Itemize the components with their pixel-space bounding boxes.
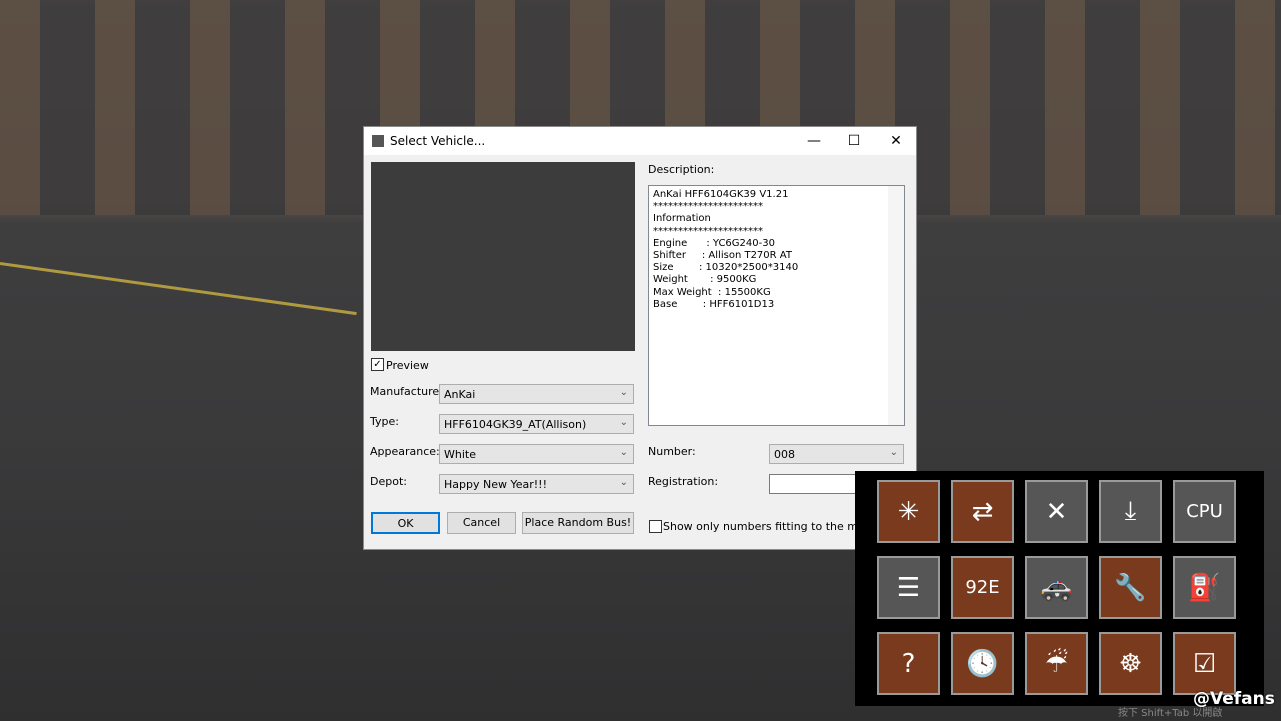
police-car-icon[interactable]: 🚓 — [1025, 556, 1088, 619]
type-select[interactable]: HFF6104GK39_AT(Allison) ⌄ — [439, 414, 634, 434]
clock-icon[interactable]: 🕓 — [951, 632, 1014, 695]
type-label: Type: — [370, 415, 399, 428]
manufacturer-select[interactable]: AnKai ⌄ — [439, 384, 634, 404]
app-icon — [372, 135, 384, 147]
chevron-down-icon: ⌄ — [619, 477, 628, 488]
close-button[interactable]: ✕ — [874, 127, 918, 155]
registration-label: Registration: — [648, 475, 719, 488]
bus-cpu-icon[interactable]: CPU — [1173, 480, 1236, 543]
type-value: HFF6104GK39_AT(Allison) — [444, 418, 587, 431]
bus-unhitch-icon[interactable]: ⤓ — [1099, 480, 1162, 543]
watermark: @Vefans — [1193, 689, 1275, 709]
preview-checkbox[interactable]: ✓ — [371, 358, 384, 371]
refuel-icon[interactable]: ⛽ — [1173, 556, 1236, 619]
chevron-down-icon: ⌄ — [889, 447, 898, 458]
chevron-down-icon: ⌄ — [619, 417, 628, 428]
cancel-button[interactable]: Cancel — [447, 512, 516, 534]
select-vehicle-dialog: Select Vehicle... — ☐ ✕ ✓ Preview Manufa… — [363, 126, 917, 550]
manufacturer-label: Manufacturer: — [370, 385, 448, 398]
place-random-bus-button[interactable]: Place Random Bus! — [522, 512, 634, 534]
scrollbar[interactable] — [888, 186, 904, 425]
appearance-label: Appearance: — [370, 445, 440, 458]
depot-label: Depot: — [370, 475, 407, 488]
number-value: 008 — [774, 448, 795, 461]
depot-select[interactable]: Happy New Year!!! ⌄ — [439, 474, 634, 494]
manufacturer-value: AnKai — [444, 388, 476, 401]
bus-switch-icon[interactable]: ⇄ — [951, 480, 1014, 543]
ok-button[interactable]: OK — [371, 512, 440, 534]
chevron-down-icon: ⌄ — [619, 447, 628, 458]
route-display-icon[interactable]: 92E — [951, 556, 1014, 619]
steering-wheel-icon[interactable]: ☸ — [1099, 632, 1162, 695]
description-text: AnKai HFF6104GK39 V1.21 ****************… — [653, 189, 799, 310]
repair-tools-icon[interactable]: 🔧 — [1099, 556, 1162, 619]
dialog-title: Select Vehicle... — [390, 134, 486, 148]
weather-icon[interactable]: ☔ — [1025, 632, 1088, 695]
appearance-select[interactable]: White ⌄ — [439, 444, 634, 464]
ticket-printer-icon[interactable]: ☰ — [877, 556, 940, 619]
road-marking — [0, 262, 357, 316]
minimize-button[interactable]: — — [792, 127, 836, 155]
show-only-checkbox[interactable] — [649, 520, 662, 533]
appearance-value: White — [444, 448, 476, 461]
preview-label: Preview — [386, 359, 429, 372]
chevron-down-icon: ⌄ — [619, 387, 628, 398]
tool-panel: ✳ ⇄ ✕ ⤓ CPU ☰ 92E 🚓 🔧 ⛽? 🕓 ☔ ☸ ☑ — [855, 471, 1264, 706]
depot-value: Happy New Year!!! — [444, 478, 547, 491]
number-label: Number: — [648, 445, 696, 458]
description-label: Description: — [648, 163, 715, 176]
description-textarea[interactable]: AnKai HFF6104GK39 V1.21 ****************… — [648, 185, 905, 426]
bus-remove-icon[interactable]: ✕ — [1025, 480, 1088, 543]
title-bar[interactable]: Select Vehicle... — ☐ ✕ — [364, 127, 916, 155]
vehicle-preview — [371, 162, 635, 351]
checklist-person-icon[interactable]: ☑ — [1173, 632, 1236, 695]
maximize-button[interactable]: ☐ — [832, 127, 876, 155]
help-sign-icon[interactable]: ? — [877, 632, 940, 695]
number-select[interactable]: 008 ⌄ — [769, 444, 904, 464]
bus-accident-icon[interactable]: ✳ — [877, 480, 940, 543]
